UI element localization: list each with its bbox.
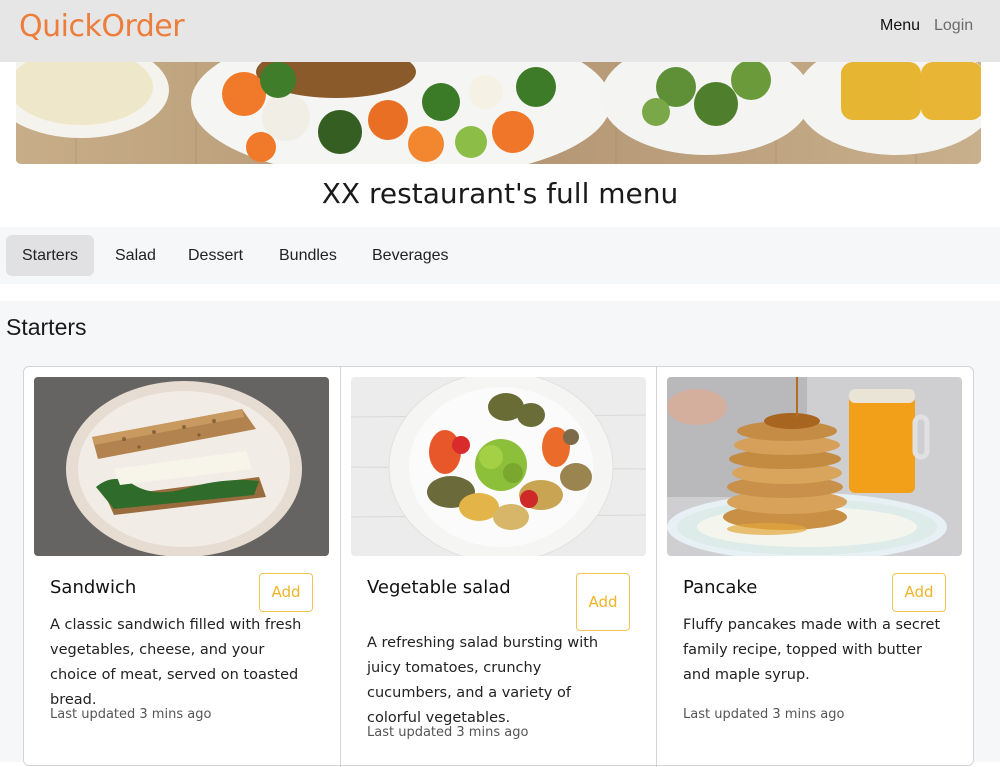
nav-link-menu[interactable]: Menu — [880, 17, 920, 35]
navbar: QuickOrder Menu Login — [0, 0, 1000, 62]
pancake-illustration — [667, 377, 962, 556]
nav-link-login[interactable]: Login — [934, 17, 973, 35]
category-tabs: Starters Salad Dessert Bundles Beverages — [0, 227, 1000, 284]
tab-salad[interactable]: Salad — [99, 235, 172, 276]
tab-starters[interactable]: Starters — [6, 235, 95, 276]
item-updated: Last updated 3 mins ago — [683, 707, 845, 722]
tab-beverages[interactable]: Beverages — [356, 235, 465, 276]
add-vegetable-salad-button[interactable]: Add — [576, 573, 630, 631]
sandwich-illustration — [34, 377, 329, 556]
tab-bundles[interactable]: Bundles — [263, 235, 353, 276]
page-title: XX restaurant's full menu — [321, 177, 679, 210]
item-updated: Last updated 3 mins ago — [367, 725, 529, 740]
item-description: A refreshing salad bursting with juicy t… — [367, 635, 599, 726]
brand-logo[interactable]: QuickOrder — [19, 9, 185, 44]
add-sandwich-button[interactable]: Add — [259, 573, 313, 612]
vegetable-salad-photo — [351, 377, 646, 556]
menu-card-vegetable-salad: Vegetable salad Add A refreshing salad b… — [340, 367, 656, 767]
add-pancake-button[interactable]: Add — [892, 573, 946, 612]
food-banner-image — [16, 62, 981, 164]
item-description: Fluffy pancakes made with a secret famil… — [683, 617, 941, 683]
pancake-photo — [667, 377, 962, 556]
item-name: Vegetable salad — [367, 577, 511, 598]
item-updated: Last updated 3 mins ago — [50, 707, 212, 722]
item-name: Pancake — [683, 577, 758, 598]
tab-dessert[interactable]: Dessert — [172, 235, 259, 276]
banner-illustration — [16, 62, 981, 164]
menu-card-sandwich: Sandwich Add A classic sandwich filled w… — [24, 367, 340, 767]
salad-illustration — [351, 377, 646, 556]
item-description: A classic sandwich filled with fresh veg… — [50, 617, 302, 708]
menu-card-pancake: Pancake Add Fluffy pancakes made with a … — [656, 367, 972, 767]
menu-section: Starters Sandwich Add A classic sandwich… — [0, 301, 1000, 767]
menu-card-group: Sandwich Add A classic sandwich filled w… — [23, 366, 974, 767]
section-title: Starters — [6, 314, 87, 340]
item-name: Sandwich — [50, 577, 137, 598]
sandwich-photo — [34, 377, 329, 556]
